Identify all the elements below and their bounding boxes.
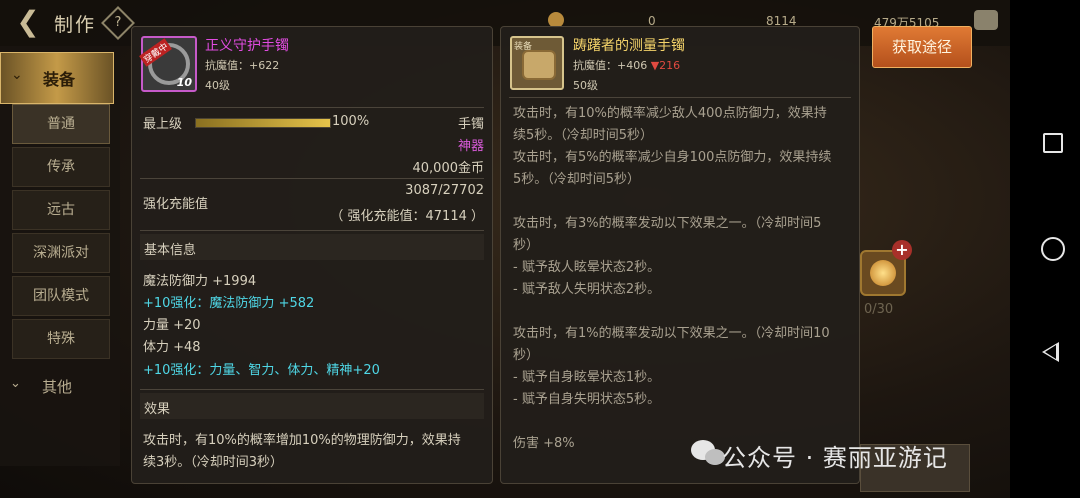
material-count: 0/30	[864, 302, 894, 317]
sidebar-item-label: 传承	[47, 159, 75, 175]
divider	[509, 97, 851, 98]
sidebar-category-label: 其他	[42, 378, 73, 396]
sidebar-item-legacy[interactable]: 传承	[12, 147, 110, 187]
watermark: 公众号 · 赛丽亚游记	[722, 444, 948, 472]
effect-line: 伤害 +8%	[513, 436, 575, 451]
effect-line: - 赋予敌人眩晕状态2秒。	[513, 260, 661, 275]
item-level: 40级	[205, 79, 230, 92]
effect-line: 续3秒。（冷却时间3秒）	[143, 455, 284, 470]
divider	[140, 107, 484, 108]
resist-value: +622	[249, 59, 280, 72]
section-header: 效果	[140, 393, 484, 419]
bracelet-shape	[522, 50, 556, 80]
stat-line: 魔法防御力 +1994	[143, 274, 257, 289]
divider	[140, 178, 484, 179]
sidebar-item-special[interactable]: 特殊	[12, 319, 110, 359]
section-title: 基本信息	[144, 243, 197, 258]
category-sidebar: ⌄ 装备 普通 传承 远古 深渊派对 团队模式 特殊 ⌄ 其他	[0, 46, 120, 466]
sidebar-item-label: 深渊派对	[33, 245, 89, 261]
stat-line: 体力 +48	[143, 340, 201, 355]
page-title: 制作	[54, 14, 97, 36]
reinforce-value: 3087/27702	[405, 183, 484, 198]
divider	[140, 389, 484, 390]
item-level: 50级	[573, 79, 598, 92]
grade-label: 最上级	[143, 117, 183, 132]
grade-percent: 100%	[332, 114, 370, 129]
back-icon[interactable]	[1042, 342, 1059, 362]
stat-line: 力量 +20	[143, 318, 201, 333]
bracelet-item-icon: 穿戴中 10	[139, 36, 197, 92]
sidebar-item-team[interactable]: 团队模式	[12, 276, 110, 316]
sidebar-item-normal[interactable]: 普通	[12, 104, 110, 144]
home-icon[interactable]	[1041, 237, 1065, 261]
bracelet-item-icon: 装备	[510, 36, 564, 90]
sidebar-category-label: 装备	[43, 70, 76, 89]
item-name: 踌躇者的测量手镯	[573, 38, 685, 54]
grade-bar-fill	[196, 119, 330, 127]
resist-label: 抗魔值：	[205, 59, 249, 72]
effect-line: 续5秒。（冷却时间5秒）	[513, 128, 654, 143]
resist-stat: 抗魔值：+406 ▼216	[573, 57, 680, 73]
chevron-down-icon: ⌄	[10, 376, 21, 391]
section-header: 基本信息	[140, 234, 484, 260]
material-icon	[870, 260, 896, 286]
add-icon[interactable]: +	[892, 240, 912, 260]
sidebar-item-abyss[interactable]: 深渊派对	[12, 233, 110, 273]
item-price: 40,000金币	[412, 161, 485, 176]
item-type: 手镯	[457, 117, 484, 132]
equipped-item-tooltip: 穿戴中 10 正义守护手镯 抗魔值：+622 40级 最上级 100% 手镯 神…	[131, 26, 493, 484]
effect-line: 5秒。（冷却时间5秒）	[513, 172, 641, 187]
effect-line: 秒）	[513, 238, 540, 253]
effect-line: 攻击时，有5%的概率减少自身100点防御力，效果持续	[513, 150, 832, 165]
effect-line: - 赋予自身失明状态5秒。	[513, 392, 661, 407]
recents-icon[interactable]	[1043, 133, 1063, 153]
effect-line: 攻击时，有10%的概率增加10%的物理防御力，效果持	[143, 433, 461, 448]
grade-bar	[195, 118, 331, 128]
item-rarity: 神器	[457, 139, 484, 154]
back-arrow-icon[interactable]: ❮	[6, 6, 50, 38]
reinforce-level-badge: 10	[176, 76, 192, 89]
stat-line: +10强化：魔法防御力 +582	[143, 296, 315, 311]
effect-line: 攻击时，有1%的概率发动以下效果之一。（冷却时间10	[513, 326, 830, 341]
item-tooltip: 装备 踌躇者的测量手镯 抗魔值：+406 ▼216 50级 攻击时，有10%的概…	[500, 26, 860, 484]
help-icon-glyph: ?	[114, 15, 122, 30]
sidebar-category-other[interactable]: ⌄ 其他	[0, 370, 112, 404]
resist-diff: ▼216	[650, 59, 681, 72]
effect-line: 攻击时，有10%的概率减少敌人400点防御力，效果持	[513, 106, 827, 121]
sidebar-item-label: 特殊	[47, 331, 75, 347]
obtain-route-label: 获取途径	[891, 38, 952, 56]
effect-line: 攻击时，有3%的概率发动以下效果之一。（冷却时间5	[513, 216, 822, 231]
divider	[140, 230, 484, 231]
stat-line: +10强化：力量、智力、体力、精神+20	[143, 363, 380, 378]
effect-line: - 赋予敌人失明状态2秒。	[513, 282, 661, 297]
reinforce-label: 强化充能值	[143, 197, 209, 212]
obtain-route-button[interactable]: 获取途径	[872, 26, 972, 68]
sidebar-item-ancient[interactable]: 远古	[12, 190, 110, 230]
sidebar-category-equipment[interactable]: ⌄ 装备	[0, 52, 114, 104]
sidebar-item-label: 普通	[47, 116, 75, 132]
help-icon[interactable]: ?	[101, 6, 135, 40]
bag-icon[interactable]	[974, 10, 998, 30]
effect-line: 秒）	[513, 348, 540, 363]
sidebar-item-label: 团队模式	[33, 288, 89, 304]
resist-value: +406	[617, 59, 648, 72]
reinforce-note: （ 强化充能值：47114 ）	[330, 209, 484, 224]
resist-stat: 抗魔值：+622	[205, 57, 279, 73]
resist-label: 抗魔值：	[573, 59, 617, 72]
chevron-down-icon: ⌄	[11, 67, 23, 83]
item-name: 正义守护手镯	[205, 38, 289, 54]
wechat-icon	[691, 440, 725, 465]
effect-line: - 赋予自身眩晕状态1秒。	[513, 370, 661, 385]
sidebar-item-label: 远古	[47, 202, 75, 218]
section-title: 效果	[144, 402, 171, 417]
